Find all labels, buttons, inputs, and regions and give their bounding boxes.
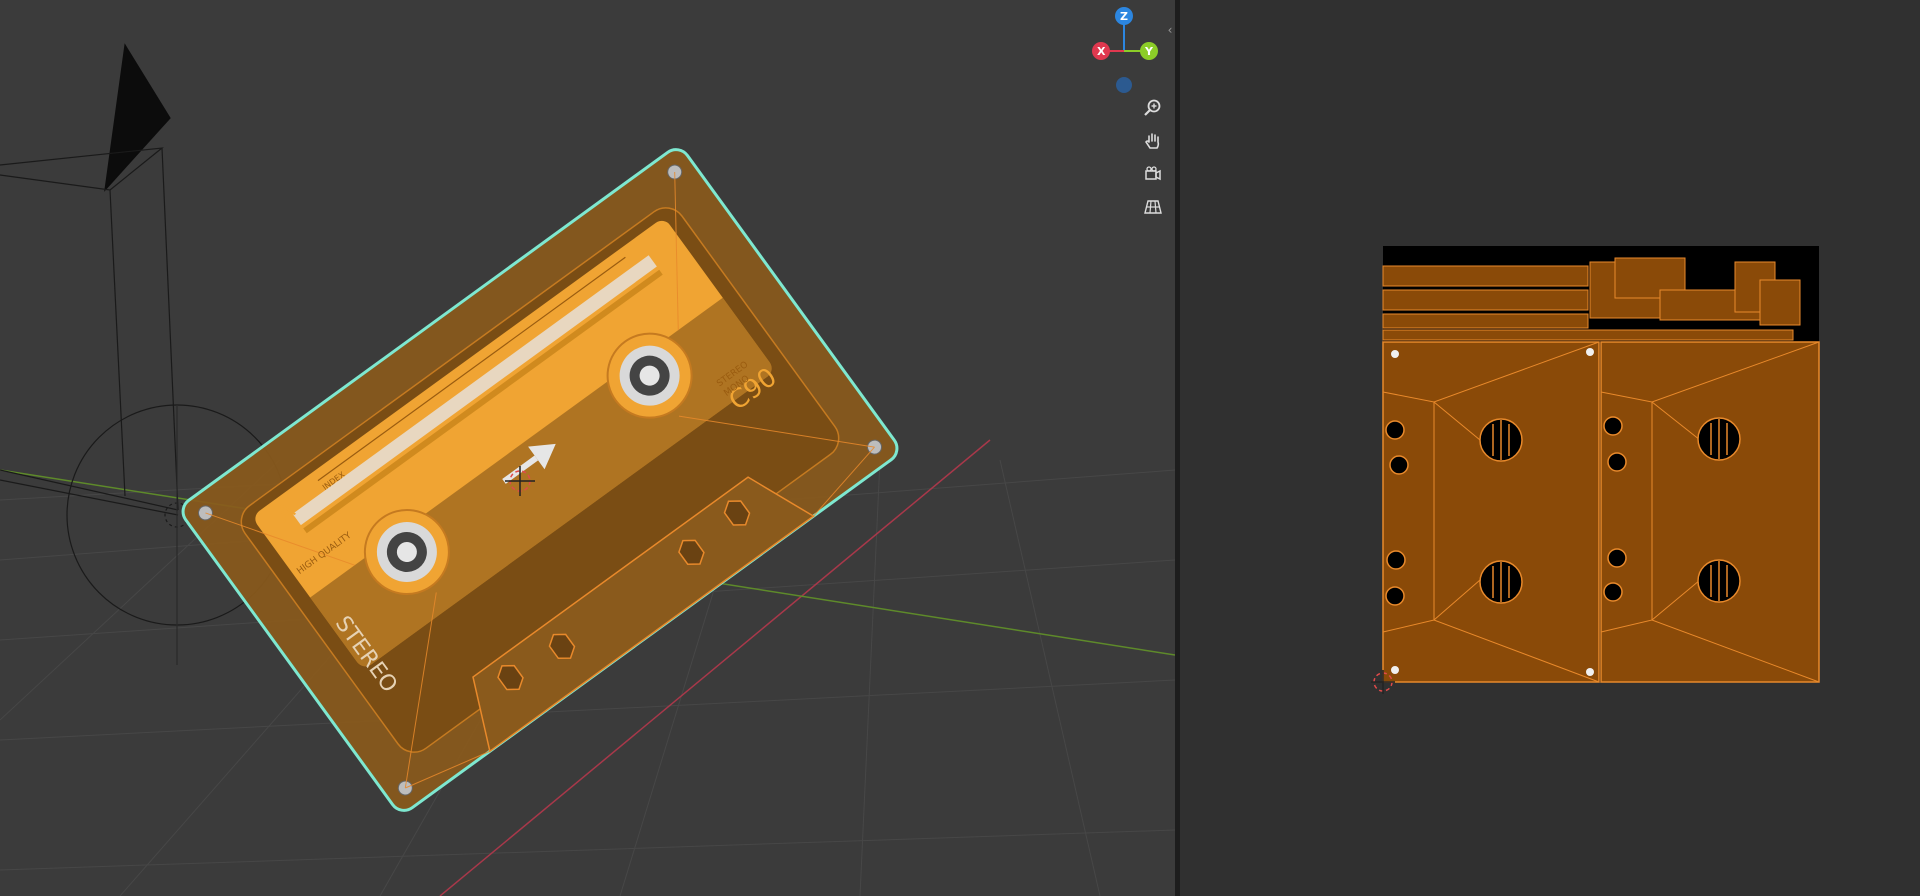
svg-text:Y: Y — [1144, 45, 1154, 58]
uv-face-right — [1600, 341, 1820, 683]
grid-icon — [1144, 200, 1162, 214]
hand-icon — [1145, 133, 1160, 149]
3d-viewport[interactable]: A INDEX HIGH QUALITY STEREO C90 STEREO M… — [0, 0, 1175, 896]
perspective-toggle-button[interactable] — [1139, 193, 1167, 221]
uv-island-map — [1371, 246, 1820, 694]
svg-text:X: X — [1097, 45, 1106, 58]
neg-z-axis-handle — [1116, 77, 1132, 93]
camera-icon — [1145, 166, 1161, 181]
svg-text:Z: Z — [1120, 10, 1128, 23]
uv-face-left — [1382, 341, 1600, 683]
zoom-icon — [1144, 99, 1161, 116]
viewport-scene: A INDEX HIGH QUALITY STEREO C90 STEREO M… — [0, 43, 1175, 896]
camera-object — [0, 43, 179, 516]
camera-view-button[interactable] — [1139, 160, 1167, 188]
pan-button[interactable] — [1139, 127, 1167, 155]
zoom-button[interactable] — [1139, 94, 1167, 122]
uv-editor[interactable]: › — [1180, 0, 1920, 896]
cassette-tape: A INDEX HIGH QUALITY STEREO C90 STEREO M… — [181, 148, 899, 812]
sidebar-toggle-arrow[interactable]: ‹ — [1165, 20, 1175, 40]
navigation-gizmo[interactable]: Z X Y — [1080, 5, 1160, 100]
